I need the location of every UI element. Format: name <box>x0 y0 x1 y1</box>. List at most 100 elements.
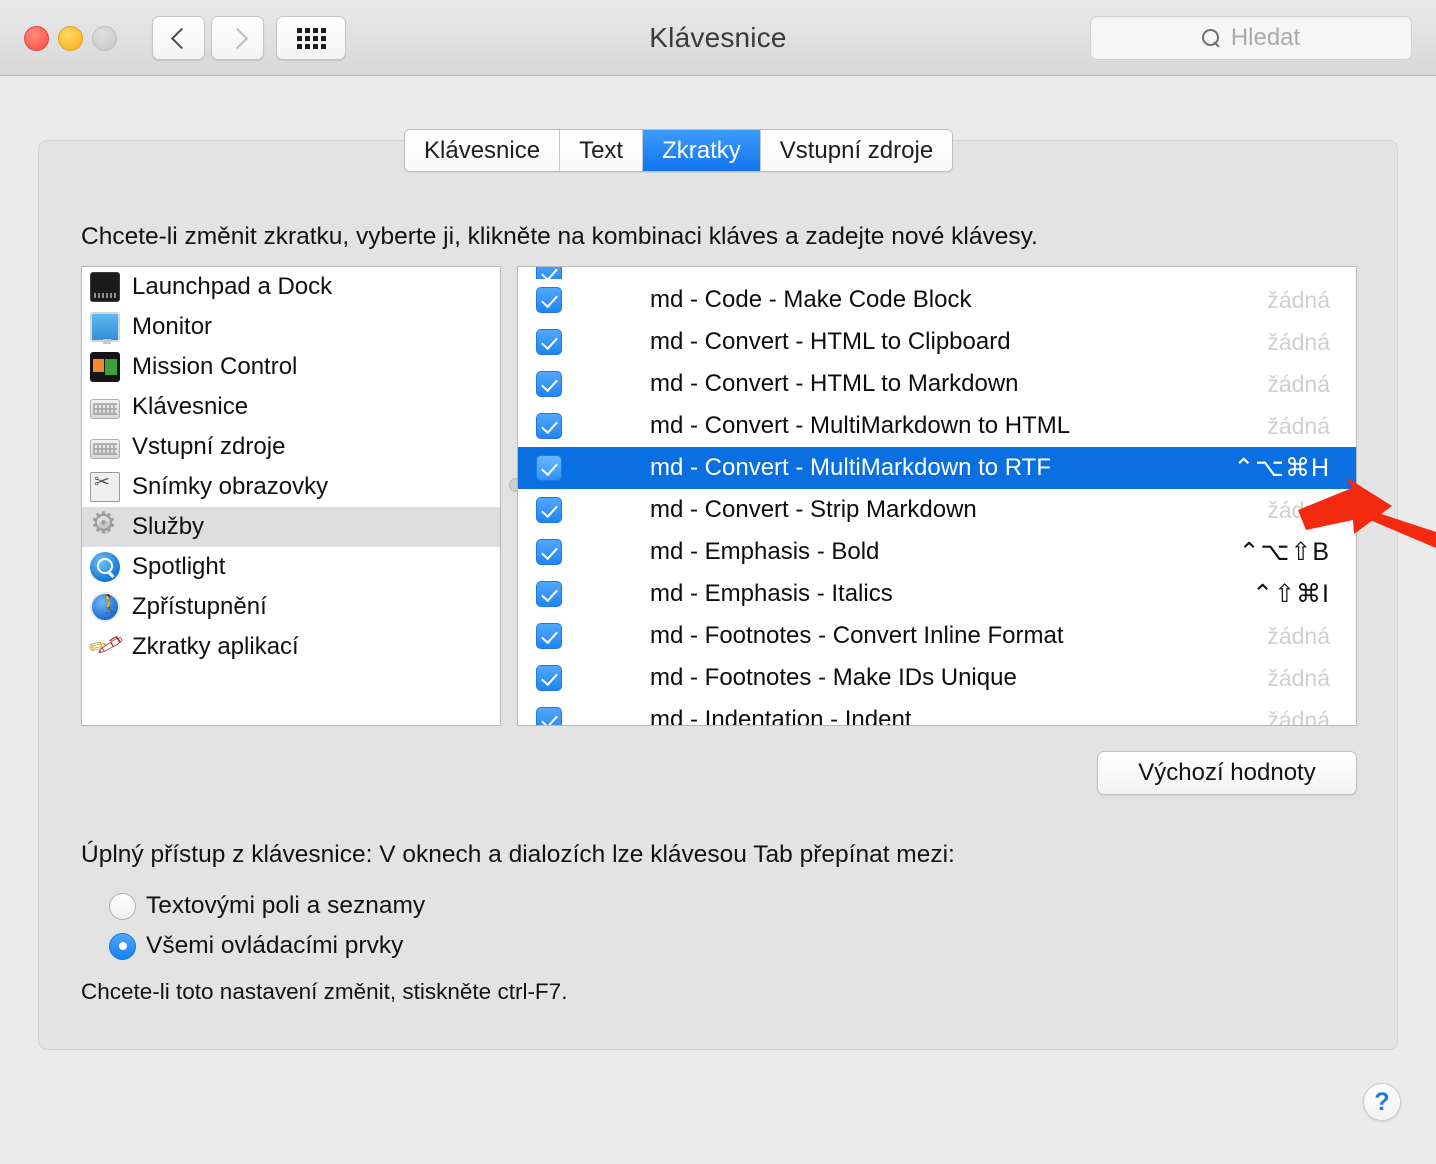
shortcut-key[interactable]: žádná <box>1267 371 1330 398</box>
shortcut-name: md - Convert - HTML to Markdown <box>650 370 1019 397</box>
help-button[interactable]: ? <box>1363 1083 1401 1121</box>
shortcut-name: md - Emphasis - Italics <box>650 580 893 607</box>
full-keyboard-access-title: Úplný přístup z klávesnice: V oknech a d… <box>81 841 955 868</box>
services-gear-icon <box>90 506 120 542</box>
restore-defaults-button[interactable]: Výchozí hodnoty <box>1097 751 1357 795</box>
sidebar-item-monitor[interactable]: Monitor <box>82 307 500 347</box>
shortcut-name: md - Emphasis - Bold <box>650 538 880 565</box>
shortcut-checkbox[interactable] <box>536 665 562 691</box>
tab-shortcuts[interactable]: Zkratky <box>643 130 761 171</box>
window-titlebar: Klávesnice Hledat <box>0 0 1436 76</box>
shortcut-key[interactable]: žádná <box>1267 497 1330 524</box>
tab-text[interactable]: Text <box>560 130 644 171</box>
shortcut-checkbox[interactable] <box>536 497 562 523</box>
list-item-selected[interactable]: md - Convert - MultiMarkdown to RTF ⌃⌥⌘H <box>518 447 1356 489</box>
shortcut-key[interactable]: ⌃⇧⌘I <box>1252 579 1330 609</box>
launchpad-dock-icon <box>90 272 120 302</box>
shortcut-name: md - Code - Make Code Block <box>650 286 972 313</box>
sidebar-item-label: Vstupní zdroje <box>132 433 286 460</box>
input-sources-icon <box>90 439 120 459</box>
accessibility-icon <box>90 592 120 622</box>
tab-bar: Klávesnice Text Zkratky Vstupní zdroje <box>404 129 954 172</box>
list-item[interactable]: md - Convert - HTML to Markdown žádná <box>518 363 1356 405</box>
shortcut-checkbox[interactable] <box>536 623 562 649</box>
search-placeholder: Hledat <box>1230 24 1301 51</box>
radio-label: Všemi ovládacími prvky <box>146 932 404 959</box>
shortcut-name: md - Convert - Strip Markdown <box>650 496 977 523</box>
sidebar-item-screenshots[interactable]: Snímky obrazovky <box>82 467 500 507</box>
keyboard-icon <box>90 399 120 419</box>
shortcut-checkbox[interactable] <box>536 287 562 313</box>
sidebar-item-label: Spotlight <box>132 553 226 580</box>
shortcut-name: md - Footnotes - Make IDs Unique <box>650 664 1017 691</box>
tab-input-sources[interactable]: Vstupní zdroje <box>760 130 953 171</box>
shortcut-name: md - Convert - HTML to Clipboard <box>650 328 1011 355</box>
list-item[interactable]: md - Footnotes - Convert Inline Format ž… <box>518 615 1356 657</box>
shortcut-checkbox[interactable] <box>536 329 562 355</box>
keyboard-access-footnote: Chcete-li toto nastavení změnit, stiskně… <box>81 979 568 1004</box>
shortcut-key[interactable]: ⌃⌥⇧B <box>1239 537 1330 567</box>
sidebar-item-app-shortcuts[interactable]: Zkratky aplikací <box>82 627 500 667</box>
preferences-panel: Klávesnice Text Zkratky Vstupní zdroje C… <box>38 129 1398 1050</box>
radio-option-text-fields[interactable]: Textovými poli a seznamy <box>109 892 425 920</box>
sidebar-item-label: Klávesnice <box>132 393 249 420</box>
shortcut-checkbox[interactable] <box>536 371 562 397</box>
screenshots-icon <box>90 471 120 502</box>
sidebar-item-label: Monitor <box>132 313 213 340</box>
list-item[interactable]: md - Indentation - Indent žádná <box>518 699 1356 726</box>
list-item[interactable]: md - Convert - Strip Markdown žádná <box>518 489 1356 531</box>
shortcut-checkbox[interactable] <box>536 581 562 607</box>
mission-control-icon <box>90 352 120 382</box>
list-item[interactable]: md - Emphasis - Bold ⌃⌥⇧B <box>518 531 1356 573</box>
sidebar-item-keyboard[interactable]: Klávesnice <box>82 387 500 427</box>
sidebar-item-label: Mission Control <box>132 353 298 380</box>
sidebar-item-accessibility[interactable]: Zpřístupnění <box>82 587 500 627</box>
list-item[interactable]: md - Code - Make Code Block žádná <box>518 279 1356 321</box>
instruction-text: Chcete-li změnit zkratku, vyberte ji, kl… <box>81 223 1038 250</box>
shortcut-checkbox[interactable] <box>536 267 562 279</box>
radio-option-all-controls[interactable]: Všemi ovládacími prvky <box>109 932 403 960</box>
list-item[interactable]: md - Convert - MultiMarkdown to HTML žád… <box>518 405 1356 447</box>
sidebar-item-spotlight[interactable]: Spotlight <box>82 547 500 587</box>
search-icon <box>1201 28 1221 48</box>
sidebar-item-mission-control[interactable]: Mission Control <box>82 347 500 387</box>
radio-button-selected[interactable] <box>109 932 136 960</box>
app-window: Klávesnice Hledat Klávesnice Text Zkratk… <box>0 0 1436 1164</box>
app-shortcuts-icon <box>90 632 120 662</box>
list-item[interactable] <box>518 267 1356 279</box>
shortcut-key[interactable]: žádná <box>1267 665 1330 692</box>
shortcuts-list[interactable]: md - Code - Make Code Block žádná md - C… <box>517 266 1357 726</box>
shortcut-name: md - Footnotes - Convert Inline Format <box>650 622 1064 649</box>
list-item[interactable]: md - Emphasis - Italics ⌃⇧⌘I <box>518 573 1356 615</box>
tab-keyboard[interactable]: Klávesnice <box>405 130 561 171</box>
radio-label: Textovými poli a seznamy <box>146 892 426 919</box>
shortcut-key[interactable]: žádná <box>1267 707 1330 726</box>
sidebar-item-launchpad-dock[interactable]: Launchpad a Dock <box>82 267 500 307</box>
shortcut-key[interactable]: žádná <box>1267 413 1330 440</box>
sidebar-item-label: Zkratky aplikací <box>132 633 299 660</box>
sidebar-item-label: Služby <box>132 513 205 540</box>
sidebar-item-services[interactable]: Služby <box>82 506 500 547</box>
shortcut-key[interactable]: žádná <box>1267 287 1330 314</box>
shortcut-name: md - Indentation - Indent <box>650 706 912 726</box>
list-item[interactable]: md - Convert - HTML to Clipboard žádná <box>518 321 1356 363</box>
category-list[interactable]: Launchpad a Dock Monitor Mission Control… <box>81 266 501 726</box>
sidebar-item-label: Launchpad a Dock <box>132 273 333 300</box>
shortcut-key[interactable]: žádná <box>1267 329 1330 356</box>
shortcut-key[interactable]: žádná <box>1267 623 1330 650</box>
sidebar-item-input-sources[interactable]: Vstupní zdroje <box>82 427 500 467</box>
shortcut-checkbox[interactable] <box>536 413 562 439</box>
shortcut-name: md - Convert - MultiMarkdown to RTF <box>650 454 1051 481</box>
shortcut-checkbox[interactable] <box>536 707 562 725</box>
shortcut-key[interactable]: ⌃⌥⌘H <box>1233 453 1330 483</box>
spotlight-icon <box>90 552 120 582</box>
shortcut-name: md - Convert - MultiMarkdown to HTML <box>650 412 1071 439</box>
sidebar-item-label: Snímky obrazovky <box>132 473 329 500</box>
radio-button[interactable] <box>109 892 136 920</box>
monitor-icon <box>90 312 120 344</box>
search-field[interactable]: Hledat <box>1090 16 1412 60</box>
shortcut-checkbox[interactable] <box>536 539 562 565</box>
list-item[interactable]: md - Footnotes - Make IDs Unique žádná <box>518 657 1356 699</box>
sidebar-item-label: Zpřístupnění <box>132 593 267 620</box>
shortcut-checkbox[interactable] <box>536 455 562 481</box>
